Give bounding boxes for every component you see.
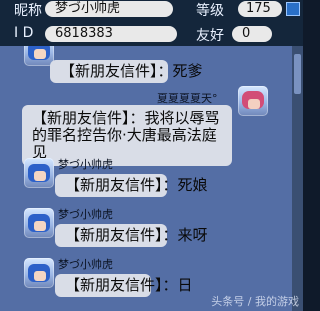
avatar: [24, 158, 54, 188]
avatar: [238, 86, 268, 116]
message-text: 【新朋友信件】：日: [55, 274, 193, 297]
message-text: 【新朋友信件】：来呀: [55, 224, 208, 247]
friend-field: 0: [232, 26, 272, 42]
message-text: 【新朋友信件】：死爹: [50, 60, 203, 83]
message-sender: 夏夏夏夏天°: [157, 92, 218, 105]
level-label: 等级: [196, 3, 224, 19]
message-item: 夏夏夏夏天° 【新朋友信件】：我将以辱骂的罪名控告你·大唐最高法庭见: [0, 82, 292, 166]
level-field: 175: [238, 1, 282, 17]
chat-log[interactable]: 【新朋友信件】：死爹 夏夏夏夏天° 【新朋友信件】：我将以辱骂的罪名控告你·大唐…: [0, 46, 292, 311]
level-icon[interactable]: [286, 2, 300, 16]
id-label: I D: [14, 25, 34, 41]
avatar: [24, 258, 54, 288]
message-sender: 梦づ小帅虎: [58, 158, 113, 171]
watermark: 头条号 / 我的游戏: [211, 295, 299, 308]
avatar: [24, 208, 54, 238]
message-item: 【新朋友信件】：死爹: [0, 46, 292, 86]
message-sender: 梦づ小帅虎: [58, 208, 113, 221]
chat-scrollbar[interactable]: [292, 46, 303, 311]
friend-label: 友好: [196, 28, 224, 44]
message-item: 梦づ小帅虎 【新朋友信件】：死娘: [0, 152, 292, 200]
message-sender: 梦づ小帅虎: [58, 258, 113, 271]
id-field: 6818383: [45, 26, 177, 42]
scrollbar-thumb[interactable]: [294, 54, 301, 94]
chat-window: 昵称 梦づ小帅虎 等级 175 I D 6818383 友好 0 【新朋友信件】…: [0, 0, 303, 311]
message-item: 梦づ小帅虎 【新朋友信件】：来呀: [0, 202, 292, 250]
nickname-label: 昵称: [14, 3, 42, 19]
profile-header: 昵称 梦づ小帅虎 等级 175 I D 6818383 友好 0: [0, 0, 303, 46]
message-text: 【新朋友信件】：死娘: [55, 174, 208, 197]
nickname-field: 梦づ小帅虎: [45, 1, 173, 17]
